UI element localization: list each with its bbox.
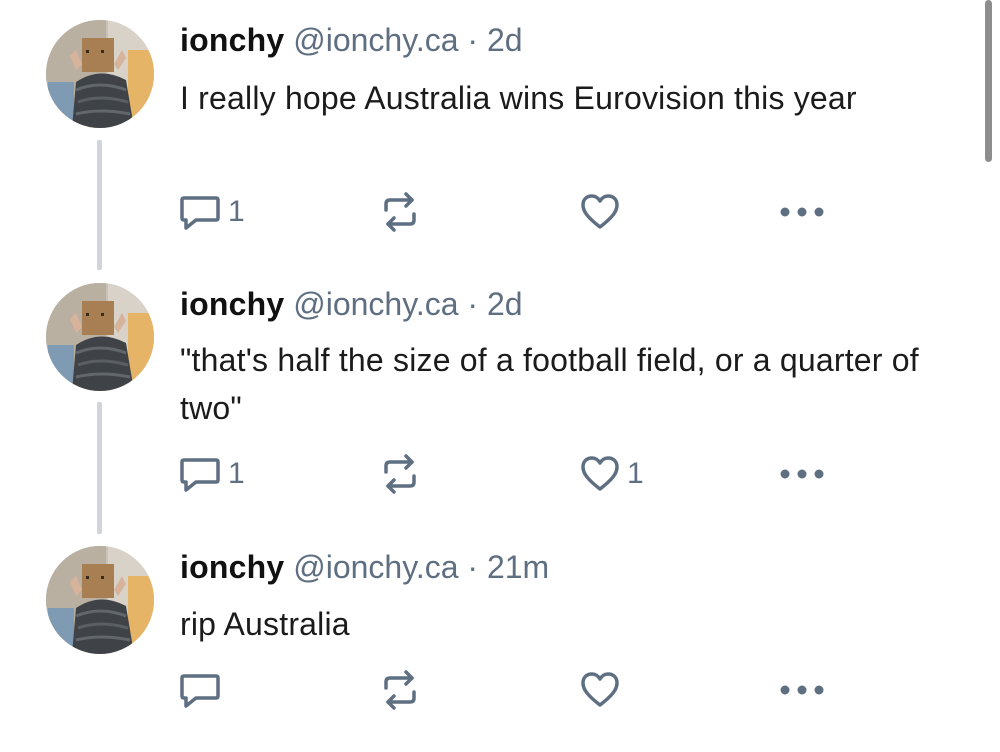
heart-icon — [581, 672, 619, 707]
post-header: ionchy @ionchy.ca · 21m — [180, 547, 549, 587]
reply-icon — [180, 674, 220, 708]
avatar-image — [46, 546, 154, 654]
user-handle[interactable]: @ionchy.ca — [293, 549, 458, 585]
post-text: rip Australia — [180, 606, 350, 642]
meta-separator: · — [467, 549, 479, 585]
more-options-button[interactable] — [778, 668, 826, 712]
post-item[interactable]: ionchy @ionchy.ca · 21m rip Australia — [0, 0, 980, 752]
post-timestamp[interactable]: 21m — [487, 549, 549, 585]
like-button[interactable] — [579, 668, 627, 712]
reply-button[interactable] — [178, 668, 228, 712]
repost-icon — [384, 670, 416, 710]
post-actions — [0, 668, 980, 712]
repost-button[interactable] — [380, 668, 426, 712]
avatar[interactable] — [46, 546, 154, 654]
display-name[interactable]: ionchy — [180, 549, 284, 585]
scrollbar[interactable] — [985, 0, 992, 162]
thread-view: ionchy @ionchy.ca · 2d I really hope Aus… — [0, 0, 1000, 752]
more-options-icon — [780, 685, 824, 695]
